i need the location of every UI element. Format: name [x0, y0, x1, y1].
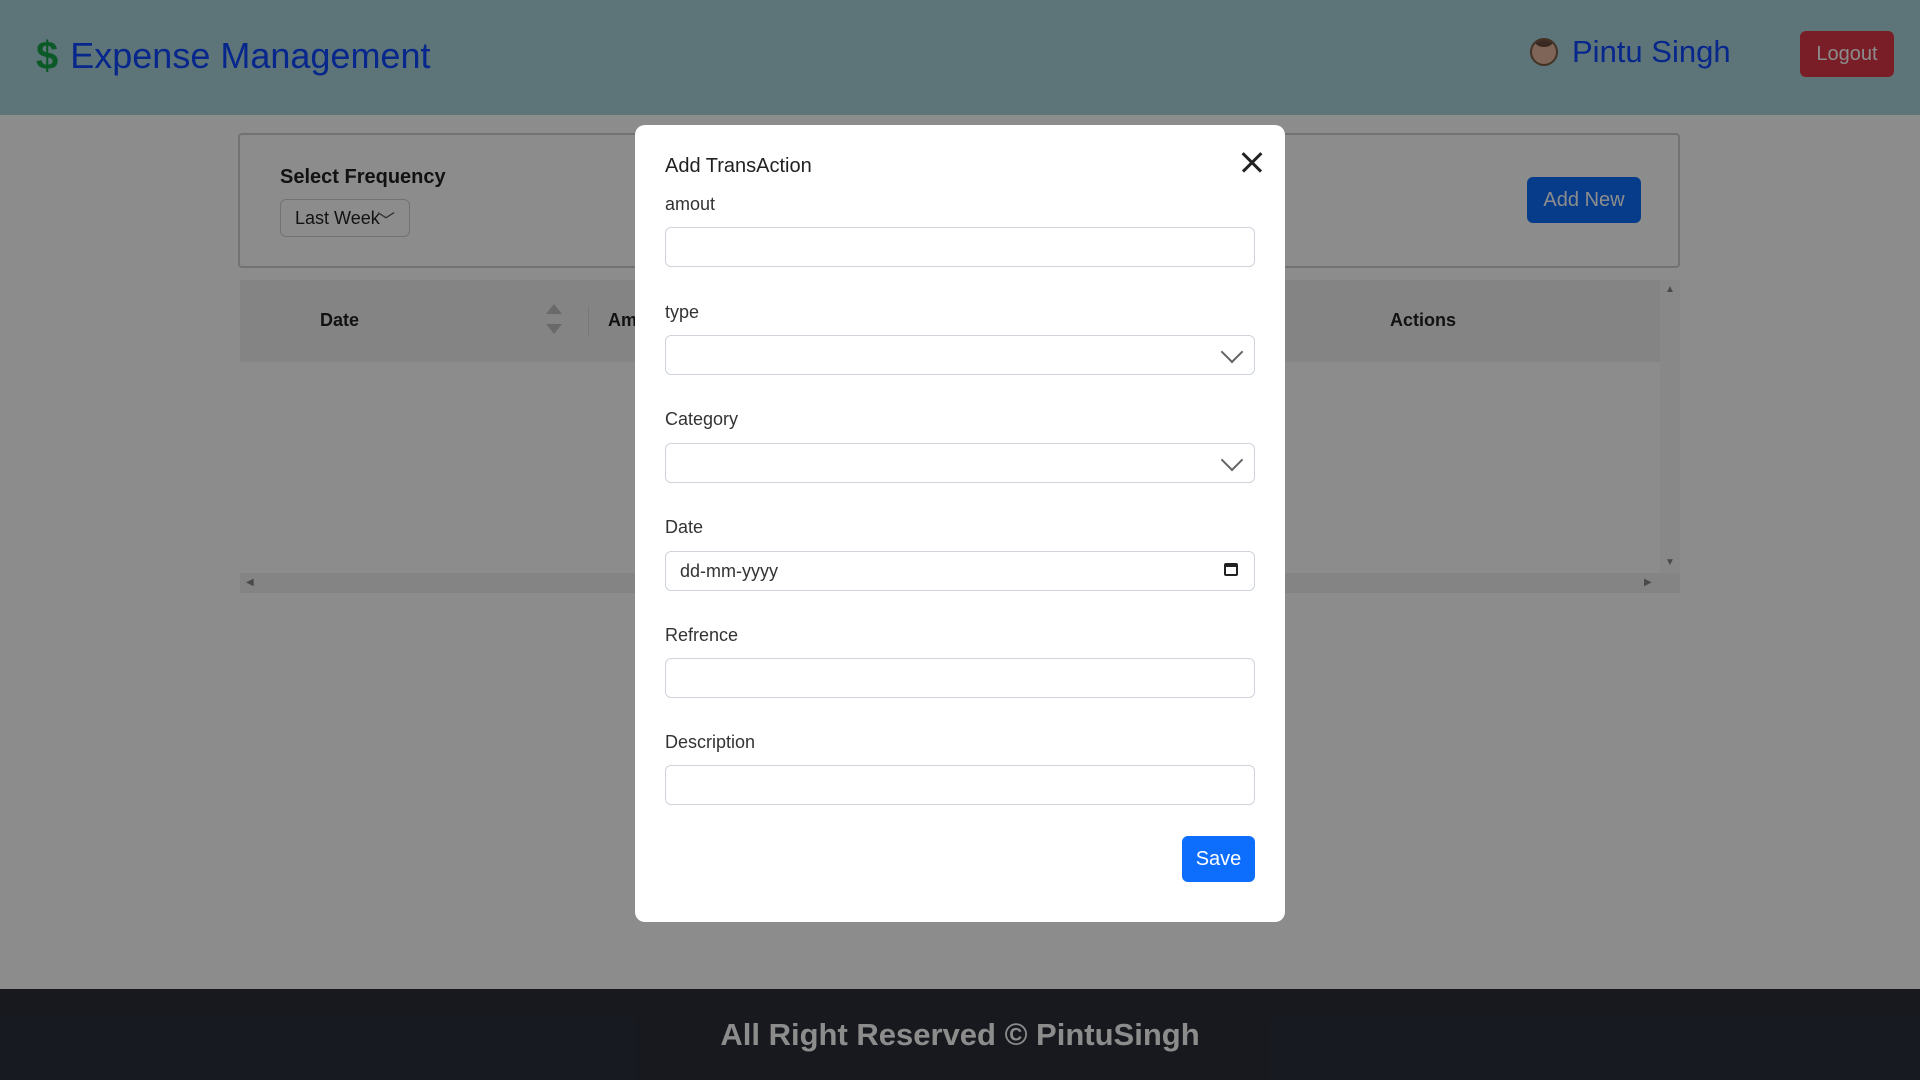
calendar-icon[interactable]	[1224, 563, 1238, 576]
date-input[interactable]: dd-mm-yyyy	[665, 551, 1255, 591]
chevron-down-icon	[1220, 340, 1244, 364]
date-placeholder: dd-mm-yyyy	[680, 561, 778, 581]
chevron-down-icon	[1220, 448, 1244, 472]
add-transaction-modal: Add TransAction amout type Category Date…	[635, 125, 1285, 922]
type-select[interactable]	[665, 335, 1255, 375]
category-label: Category	[665, 409, 739, 429]
category-select[interactable]	[665, 443, 1255, 483]
amount-input[interactable]	[665, 227, 1255, 267]
save-button[interactable]: Save	[1182, 836, 1255, 882]
type-label: type	[665, 302, 700, 322]
description-label: Description	[665, 732, 756, 752]
reference-label: Refrence	[665, 625, 739, 645]
date-label: Date	[665, 517, 704, 537]
amount-label: amout	[665, 194, 716, 214]
reference-input[interactable]	[665, 658, 1255, 698]
close-icon[interactable]	[1237, 147, 1267, 177]
modal-title: Add TransAction	[665, 155, 812, 177]
description-input[interactable]	[665, 765, 1255, 805]
